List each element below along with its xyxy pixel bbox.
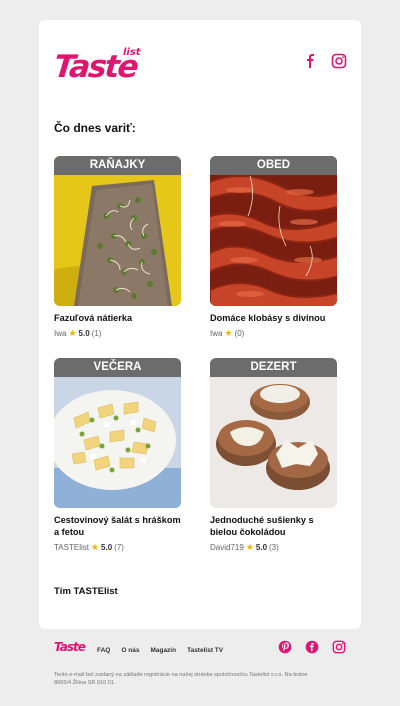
footer-link-about[interactable]: O nás	[121, 647, 139, 654]
category-badge: DEZERT	[210, 358, 337, 377]
star-icon: ★	[245, 542, 254, 552]
recipe-name[interactable]: Jednoduché sušienky s bielou čokoládou	[210, 514, 337, 538]
facebook-icon[interactable]	[303, 53, 319, 69]
instagram-icon[interactable]	[331, 53, 347, 69]
star-icon: ★	[224, 328, 233, 338]
recipe-image[interactable]: RAŇAJKY	[54, 156, 181, 306]
category-badge: RAŇAJKY	[54, 156, 181, 175]
recipe-rating-count: (3)	[269, 543, 279, 552]
recipe-card[interactable]: VEČERA Cestovinový šalát s hráškom a fet…	[54, 358, 181, 553]
star-icon: ★	[68, 328, 77, 338]
recipe-rating-count: (1)	[91, 329, 102, 338]
recipe-card[interactable]: RAŇAJKY Fazuľová nátierka Iwa ★ 5.0 (1)	[54, 156, 181, 339]
pasta-salad-photo	[54, 358, 181, 508]
recipe-image[interactable]: VEČERA	[54, 358, 181, 508]
recipe-rating: 5.0	[101, 543, 113, 552]
recipe-name[interactable]: Domáce klobásy s divinou	[210, 312, 337, 324]
recipe-name[interactable]: Cestovinový šalát s hráškom a fetou	[54, 514, 181, 538]
category-badge: OBED	[210, 156, 337, 175]
star-icon: ★	[90, 542, 100, 552]
footer-link-tv[interactable]: Tastelist TV	[187, 647, 223, 654]
recipe-author: TASTElist	[54, 543, 89, 552]
footer-legal-note: Tento e-mail bol zaslaný na základe regi…	[54, 672, 308, 686]
category-badge: VEČERA	[54, 358, 181, 377]
facebook-icon[interactable]	[305, 640, 321, 656]
recipe-image[interactable]: DEZERT	[210, 358, 337, 508]
footer-logo[interactable]: Taste	[54, 640, 86, 654]
header-social	[303, 53, 347, 69]
recipe-card[interactable]: DEZERT Jednoduché sušienky s bielou čoko…	[210, 358, 337, 553]
cookies-photo	[210, 358, 337, 508]
bean-spread-photo	[54, 156, 181, 306]
recipe-name[interactable]: Fazuľová nátierka	[54, 312, 181, 324]
tastelist-logo[interactable]: Taste list	[52, 47, 149, 86]
recipe-meta: Iwa ★ 5.0 (1)	[54, 328, 181, 339]
footer-link-faq[interactable]: FAQ	[97, 647, 110, 654]
signoff: Tím TASTElist	[54, 586, 118, 597]
section-title: Čo dnes variť:	[54, 121, 136, 135]
footer-link-magazine[interactable]: Magazín	[150, 647, 176, 654]
recipe-meta: TASTElist ★ 5.0 (7)	[54, 542, 181, 553]
recipe-rating-count: (7)	[114, 543, 124, 552]
email-card: Taste list Čo dnes variť: RAŇAJKY Fazuľo…	[39, 20, 361, 629]
recipe-author: Iwa	[54, 329, 67, 338]
footer-social	[278, 640, 348, 656]
recipe-author: David719	[210, 543, 244, 552]
footer-nav: FAQ O nás Magazín Tastelist TV	[97, 647, 223, 654]
logo-sub: list	[123, 47, 141, 58]
recipe-rating: 5.0	[255, 543, 268, 552]
instagram-icon[interactable]	[332, 640, 348, 656]
pinterest-icon[interactable]	[278, 640, 294, 656]
recipe-card[interactable]: OBED Domáce klobásy s divinou Iwa ★ (0)	[210, 156, 337, 339]
recipe-author: Iwa	[210, 329, 223, 338]
recipe-rating: 5.0	[78, 329, 90, 338]
recipe-rating-count: (0)	[234, 329, 245, 338]
recipe-meta: David719 ★ 5.0 (3)	[210, 542, 337, 553]
recipe-image[interactable]: OBED	[210, 156, 337, 306]
sausages-photo	[210, 156, 337, 306]
recipe-meta: Iwa ★ (0)	[210, 328, 337, 339]
